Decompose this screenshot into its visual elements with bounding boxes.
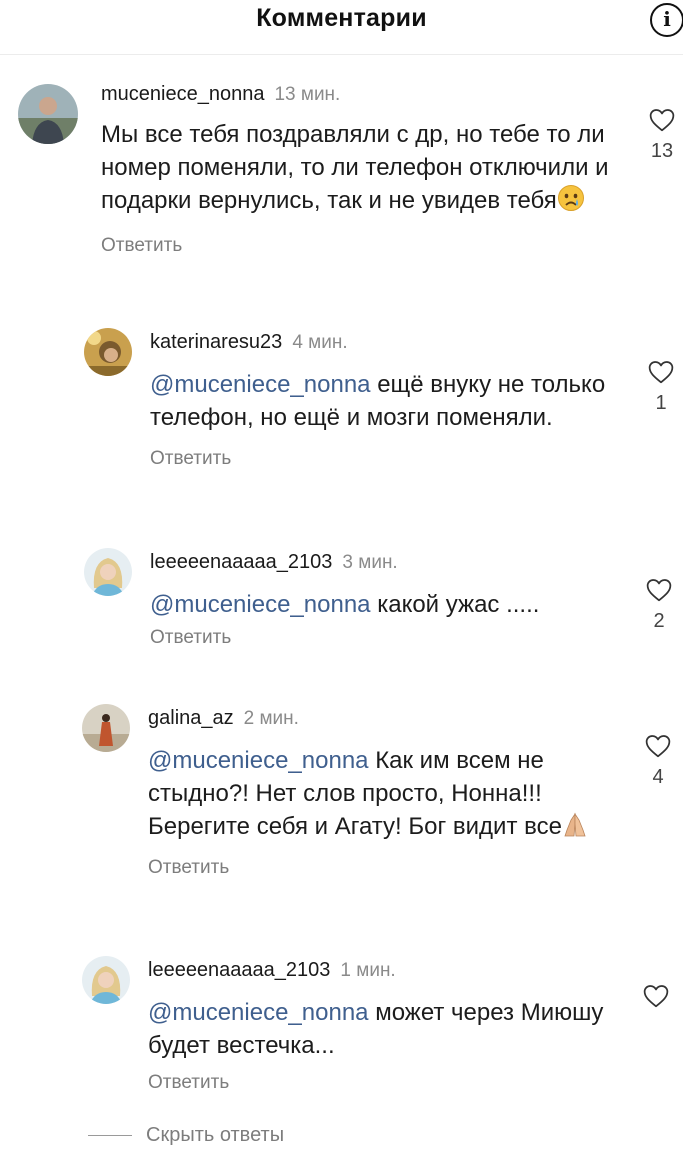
comment-username[interactable]: leeeeenaaaaa_2103 bbox=[150, 551, 332, 573]
like-control: 13 bbox=[642, 108, 682, 163]
hide-replies-row[interactable]: Скрыть ответы bbox=[88, 1124, 284, 1154]
crying-face-emoji bbox=[557, 184, 585, 221]
like-count: 4 bbox=[652, 766, 664, 788]
comment-time: 4 мин. bbox=[292, 332, 348, 353]
avatar[interactable] bbox=[82, 956, 130, 1004]
avatar[interactable] bbox=[84, 548, 132, 596]
hide-replies-button[interactable]: Скрыть ответы bbox=[146, 1124, 284, 1146]
reply-button[interactable]: Ответить bbox=[150, 627, 231, 649]
page-title: Комментарии bbox=[256, 4, 427, 32]
reply-item: katerinaresu23 4 мин. @muceniece_nonna ещ… bbox=[0, 328, 683, 508]
like-count: 2 bbox=[653, 610, 665, 632]
comment-text: @muceniece_nonna какой ужас ..... bbox=[150, 588, 620, 621]
info-icon[interactable]: i bbox=[650, 3, 683, 37]
reply-button[interactable]: Ответить bbox=[101, 235, 182, 257]
like-count: 1 bbox=[655, 392, 667, 414]
reply-button[interactable]: Ответить bbox=[148, 857, 229, 879]
like-control bbox=[636, 984, 676, 1016]
comment-text: @muceniece_nonna может через Миюшу будет… bbox=[148, 996, 623, 1062]
heart-icon[interactable] bbox=[646, 578, 672, 602]
avatar[interactable] bbox=[82, 704, 130, 752]
reply-button[interactable]: Ответить bbox=[150, 448, 231, 470]
comment-text-body: какой ужас ..... bbox=[377, 591, 540, 618]
comment-username[interactable]: muceniece_nonna bbox=[101, 83, 264, 105]
comment-username[interactable]: leeeeenaaaaa_2103 bbox=[148, 959, 330, 981]
heart-icon[interactable] bbox=[648, 360, 674, 384]
heart-icon[interactable] bbox=[643, 984, 669, 1008]
comment-username[interactable]: katerinaresu23 bbox=[150, 331, 282, 353]
comment-text: @muceniece_nonna ещё внуку не только тел… bbox=[150, 368, 620, 434]
like-count: 13 bbox=[650, 140, 674, 162]
reply-item: galina_az 2 мин. @muceniece_nonna Как им … bbox=[0, 704, 683, 914]
comment-text: @muceniece_nonna Как им всем не стыдно?!… bbox=[148, 744, 623, 847]
comment-text: Мы все тебя поздравляли с др, но тебе то… bbox=[101, 118, 611, 221]
like-control: 4 bbox=[638, 734, 678, 789]
reply-button[interactable]: Ответить bbox=[148, 1072, 229, 1094]
comment-username[interactable]: galina_az bbox=[148, 707, 234, 729]
mention-link[interactable]: @muceniece_nonna bbox=[150, 371, 371, 398]
top-bar: Комментарии i bbox=[0, 0, 683, 55]
mention-link[interactable]: @muceniece_nonna bbox=[148, 999, 369, 1026]
mention-link[interactable]: @muceniece_nonna bbox=[150, 591, 371, 618]
reply-item: leeeeenaaaaa_2103 1 мин. @muceniece_nonna… bbox=[0, 956, 683, 1106]
like-control: 2 bbox=[639, 578, 679, 633]
praying-hands-emoji bbox=[562, 810, 588, 847]
comment-time: 2 мин. bbox=[243, 708, 299, 729]
avatar[interactable] bbox=[84, 328, 132, 376]
divider-line bbox=[88, 1135, 132, 1136]
heart-icon[interactable] bbox=[649, 108, 675, 132]
reply-item: leeeeenaaaaa_2103 3 мин. @muceniece_nonna… bbox=[0, 548, 683, 668]
comment-time: 3 мин. bbox=[342, 552, 398, 573]
mention-link[interactable]: @muceniece_nonna bbox=[148, 747, 369, 774]
comment-item: muceniece_nonna 13 мин. Мы все тебя поздр… bbox=[0, 80, 683, 290]
comment-time: 1 мин. bbox=[340, 960, 396, 981]
like-control: 1 bbox=[641, 360, 681, 415]
comment-time: 13 мин. bbox=[274, 84, 341, 105]
avatar[interactable] bbox=[18, 84, 78, 144]
heart-icon[interactable] bbox=[645, 734, 671, 758]
comment-text-body: Мы все тебя поздравляли с др, но тебе то… bbox=[101, 121, 609, 214]
